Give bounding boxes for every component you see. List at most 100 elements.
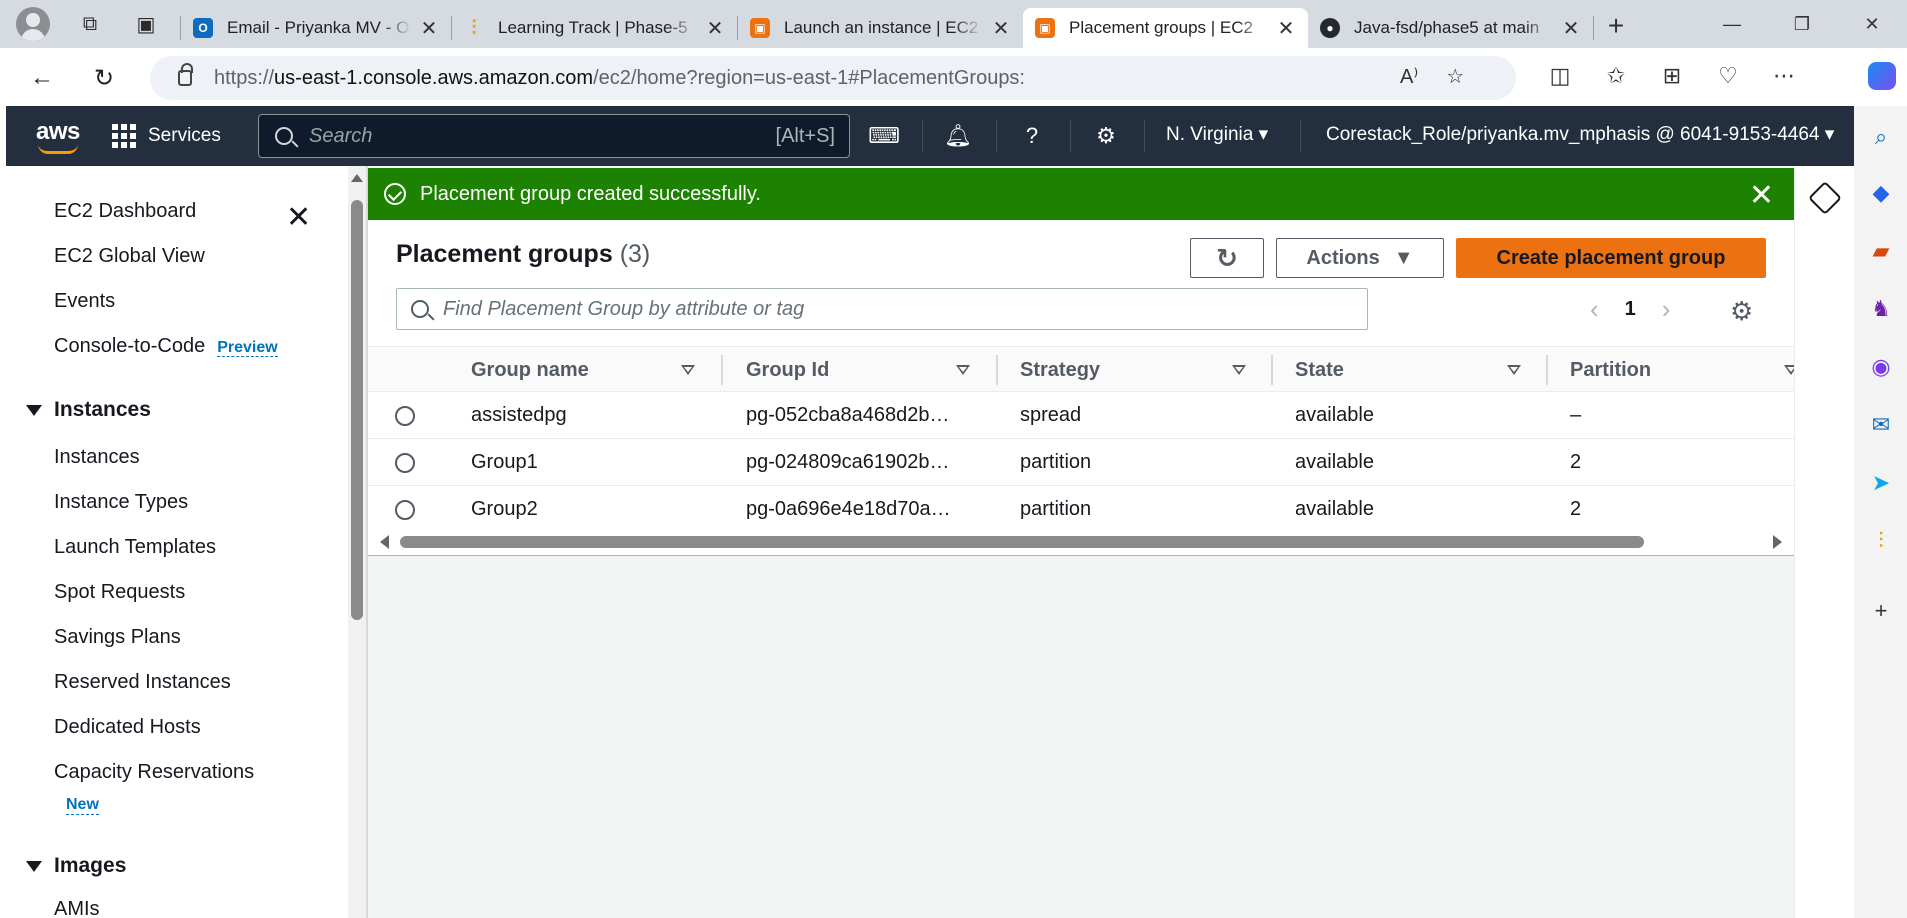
office-icon[interactable]: ◉ — [1868, 354, 1894, 380]
table-preferences-gear-icon[interactable]: ⚙ — [1730, 296, 1753, 327]
sort-icon — [1507, 365, 1521, 375]
sidebar-item-console-to-code[interactable]: Console-to-Code Preview — [54, 335, 278, 358]
notifications-bell-icon[interactable]: 🔔︎ — [942, 120, 974, 152]
sidebar-item-events[interactable]: Events — [54, 290, 115, 313]
actions-dropdown-button[interactable]: Actions ▼ — [1276, 238, 1444, 278]
learning-icon: ⫶ — [471, 16, 477, 39]
create-placement-group-button[interactable]: Create placement group — [1456, 238, 1766, 278]
row-select-radio[interactable] — [395, 453, 415, 473]
sidebar-item-amis[interactable]: AMIs — [54, 898, 100, 918]
browser-tab-github[interactable]: ● Java-fsd/phase5 at main ✕ — [1308, 8, 1593, 48]
region-selector[interactable]: N. Virginia ▾ — [1166, 123, 1268, 146]
browser-tab-outlook[interactable]: O Email - Priyanka MV - Outlook ✕ — [181, 8, 451, 48]
settings-gear-icon[interactable]: ⚙ — [1090, 120, 1122, 152]
services-menu-button[interactable]: Services — [112, 124, 221, 148]
read-aloud-icon[interactable]: A⁾ — [1400, 64, 1418, 89]
filter-search-input[interactable]: Find Placement Group by attribute or tag — [396, 288, 1368, 330]
profile-avatar[interactable] — [16, 7, 50, 41]
scroll-right-icon[interactable] — [1773, 535, 1782, 549]
browser-essentials-icon[interactable]: ♡ — [1708, 54, 1748, 98]
add-app-icon[interactable]: + — [1868, 598, 1894, 624]
sidebar-item-spot-requests[interactable]: Spot Requests — [54, 581, 185, 604]
column-header-strategy[interactable]: Strategy — [1020, 347, 1246, 393]
collections-icon[interactable]: ⊞ — [1652, 54, 1692, 98]
preview-badge[interactable]: Preview — [217, 339, 278, 357]
sidebar-item-instance-types[interactable]: Instance Types — [54, 491, 188, 514]
scroll-left-icon[interactable] — [380, 535, 389, 549]
sidebar-section-images[interactable]: Images — [26, 854, 126, 878]
table-row[interactable]: assistedpg pg-052cba8a468d2b… spread ava… — [368, 392, 1794, 439]
aws-search-input[interactable]: Search [Alt+S] — [258, 114, 850, 158]
row-select-radio[interactable] — [395, 406, 415, 426]
account-menu[interactable]: Corestack_Role/priyanka.mv_mphasis @ 604… — [1326, 123, 1834, 146]
row-select-radio[interactable] — [395, 500, 415, 520]
search-icon[interactable]: ⌕ — [1868, 124, 1894, 150]
dismiss-close-icon[interactable]: ✕ — [1749, 178, 1774, 213]
sidebar-section-instances[interactable]: Instances — [26, 398, 151, 422]
new-badge[interactable]: New — [66, 796, 99, 815]
column-header-state[interactable]: State — [1295, 347, 1521, 393]
column-header-group-id[interactable]: Group Id — [746, 347, 970, 393]
sidebar-item-reserved-instances[interactable]: Reserved Instances — [54, 671, 231, 694]
cloudshell-icon[interactable]: ⌨ — [868, 120, 900, 152]
refresh-button[interactable]: ↻ — [1190, 238, 1264, 278]
browser-tab-placement-groups[interactable]: ▣ Placement groups | EC2 ✕ — [1023, 8, 1308, 48]
column-header-group-name[interactable]: Group name — [471, 347, 695, 393]
sidebar-item-ec2-global-view[interactable]: EC2 Global View — [54, 245, 205, 268]
close-window-icon[interactable]: ✕ — [1837, 0, 1907, 48]
copilot-icon[interactable] — [1868, 62, 1896, 90]
table-row[interactable]: Group1 pg-024809ca61902b… partition avai… — [368, 439, 1794, 486]
browser-tab-learning[interactable]: ⫶ Learning Track | Phase-5 ✕ — [452, 8, 737, 48]
favorite-star-icon[interactable]: ☆ — [1446, 64, 1464, 89]
page-number[interactable]: 1 — [1625, 298, 1636, 321]
sidebar-item-savings-plans[interactable]: Savings Plans — [54, 626, 181, 649]
edge-sidebar: ⌕ ◆ ▰ ♞ ◉ ✉ ➤ ⫶ + — [1854, 106, 1907, 918]
telegram-icon[interactable]: ➤ — [1868, 470, 1894, 496]
games-icon[interactable]: ♞ — [1868, 296, 1894, 322]
minimize-icon[interactable]: — — [1697, 0, 1767, 48]
table-row[interactable]: Group2 pg-0a696e4e18d70a… partition avai… — [368, 486, 1794, 533]
back-button[interactable]: ← — [20, 56, 64, 100]
search-icon — [275, 127, 293, 145]
help-icon[interactable]: ? — [1016, 120, 1048, 152]
refresh-button[interactable]: ↻ — [82, 56, 126, 100]
address-bar[interactable]: https://us-east-1.console.aws.amazon.com… — [150, 56, 1516, 100]
sidebar-item-dedicated-hosts[interactable]: Dedicated Hosts — [54, 716, 201, 739]
sidebar-item-instances[interactable]: Instances — [54, 446, 140, 469]
more-menu-icon[interactable]: ⋯ — [1764, 54, 1804, 98]
column-header-partition[interactable]: Partition — [1570, 347, 1798, 393]
learning-icon[interactable]: ⫶ — [1868, 528, 1894, 554]
close-tab-icon[interactable]: ✕ — [419, 16, 439, 41]
previous-page-icon[interactable]: ‹ — [1590, 294, 1599, 325]
workspaces-icon[interactable]: ⧉ — [70, 4, 110, 44]
tools-panel-icon[interactable] — [1808, 181, 1842, 215]
success-flash-banner: Placement group created successfully. ✕ — [368, 168, 1794, 220]
sidebar-scrollbar[interactable] — [348, 166, 366, 918]
close-tab-icon[interactable]: ✕ — [705, 16, 725, 41]
favorites-icon[interactable]: ✩ — [1596, 54, 1636, 98]
close-tab-icon[interactable]: ✕ — [991, 16, 1011, 41]
close-tab-icon[interactable]: ✕ — [1561, 16, 1581, 41]
caret-down-icon — [26, 860, 42, 872]
sidebar-item-ec2-dashboard[interactable]: EC2 Dashboard — [54, 200, 196, 223]
close-navigation-icon[interactable]: ✕ — [286, 200, 311, 235]
vertical-tabs-icon[interactable]: ▣ — [126, 4, 166, 44]
next-page-icon[interactable]: › — [1662, 294, 1671, 325]
new-tab-button[interactable]: + — [1594, 10, 1638, 42]
table-horizontal-scrollbar[interactable] — [368, 530, 1794, 552]
tools-panel-rail — [1794, 166, 1854, 918]
close-tab-icon[interactable]: ✕ — [1276, 16, 1296, 41]
ec2-icon: ▣ — [750, 18, 770, 38]
sidebar-item-launch-templates[interactable]: Launch Templates — [54, 536, 216, 559]
restore-icon[interactable]: ❐ — [1767, 0, 1837, 48]
tools-briefcase-icon[interactable]: ▰ — [1868, 238, 1894, 264]
shopping-tag-icon[interactable]: ◆ — [1868, 180, 1894, 206]
sidebar-item-capacity-reservations[interactable]: Capacity Reservations — [54, 761, 254, 784]
aws-logo[interactable]: aws — [34, 116, 86, 156]
lock-icon — [178, 63, 193, 86]
services-grid-icon — [112, 124, 136, 148]
split-screen-icon[interactable]: ◫ — [1540, 54, 1580, 98]
window-controls: — ❐ ✕ — [1697, 0, 1907, 48]
outlook-icon[interactable]: ✉ — [1868, 412, 1894, 438]
browser-tab-launch-instance[interactable]: ▣ Launch an instance | EC2 ✕ — [738, 8, 1023, 48]
